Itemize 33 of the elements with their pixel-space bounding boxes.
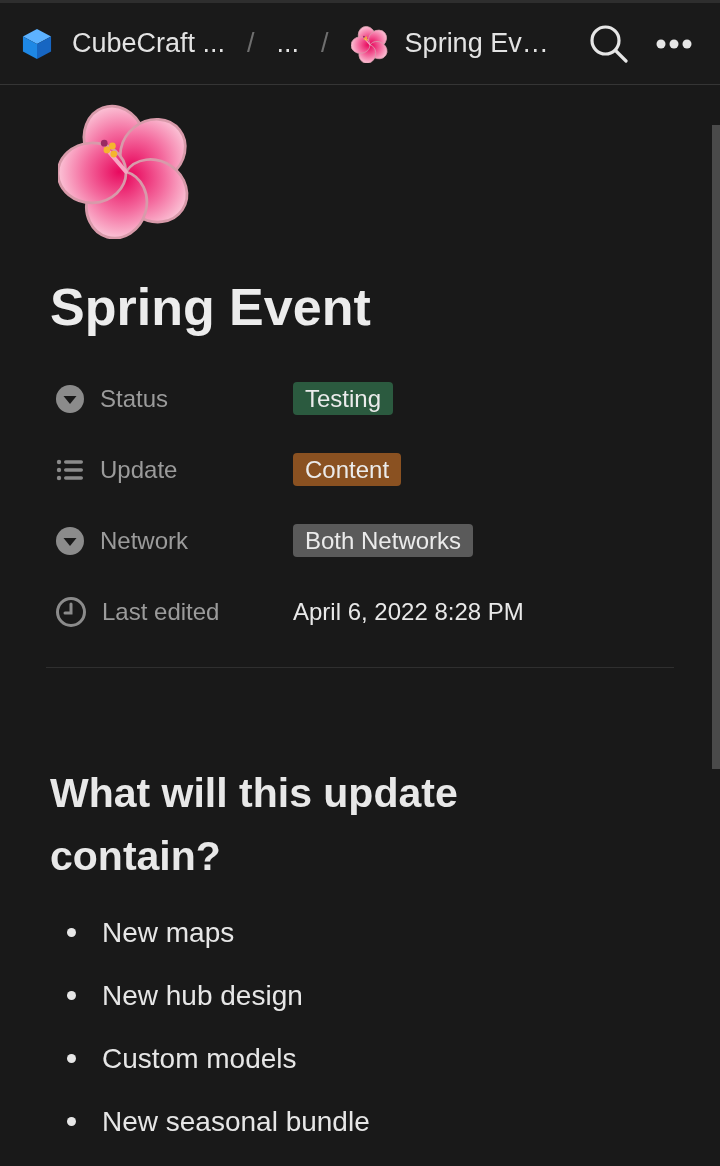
property-name: Update [100,454,178,485]
cube-icon [22,27,52,60]
bullet-text: New hub design [102,978,303,1013]
dropdown-icon [56,384,84,413]
search-icon [590,24,628,63]
property-name: Last edited [102,596,220,627]
dropdown-icon [56,526,84,555]
page-title: Spring Event [50,277,372,338]
bullet-text: New maps [102,915,235,950]
bullet-icon [67,1117,76,1126]
tag: Both Networks [293,524,474,557]
tag: Content [293,453,402,486]
property-name: Status [100,383,169,414]
bullet-icon [67,928,76,937]
clock-icon [56,596,86,627]
breadcrumb-separator: / [247,27,255,61]
breadcrumb-separator: / [321,27,329,61]
breadcrumb-link[interactable]: Spring Ev… [350,23,549,64]
bullet-text: New seasonal bundle [102,1104,370,1139]
scrollbar[interactable] [712,125,720,769]
section-heading: What will this update contain? [50,769,459,881]
bullet-icon [67,1054,76,1063]
bullet-text: Custom models [102,1041,297,1076]
flower-icon [350,24,389,63]
tag: Testing [293,382,394,415]
more-button[interactable] [656,38,692,49]
property-name: Network [100,525,189,556]
search-button[interactable] [590,24,628,63]
more-icon [656,38,692,49]
property-value: April 6, 2022 8:28 PM [293,596,524,627]
bullet-icon [67,991,76,1000]
breadcrumb-link[interactable]: ... [276,23,300,64]
breadcrumb-link[interactable]: CubeCraft ... [22,23,226,64]
